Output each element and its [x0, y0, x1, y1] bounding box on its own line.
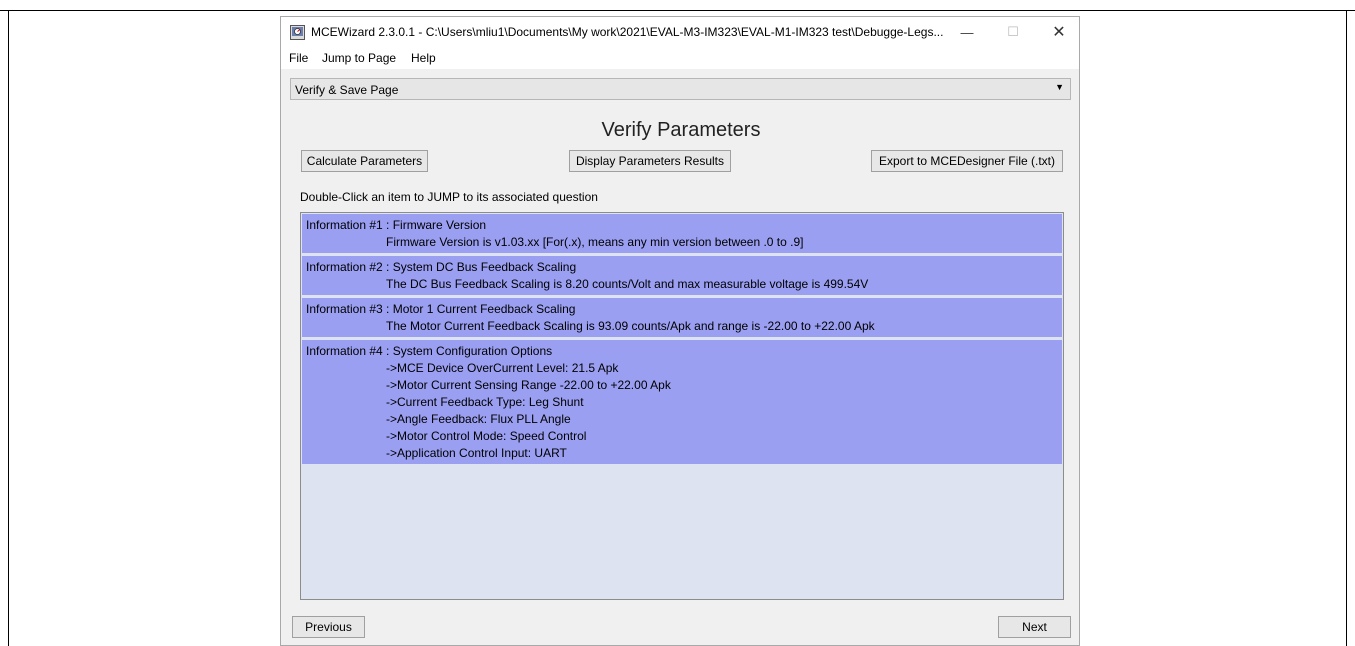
display-parameters-results-button[interactable]: Display Parameters Results — [569, 150, 731, 172]
list-item-detail: ->Motor Current Sensing Range -22.00 to … — [386, 378, 671, 392]
document-border-top — [0, 10, 1355, 11]
mcewizard-app-icon — [290, 25, 305, 40]
list-item-detail: ->Motor Control Mode: Speed Control — [386, 429, 587, 443]
document-border-right — [1346, 10, 1347, 646]
list-item-detail: ->Application Control Input: UART — [386, 446, 567, 460]
chevron-down-icon: ▼ — [1055, 82, 1064, 92]
list-item-detail: ->Current Feedback Type: Leg Shunt — [386, 395, 584, 409]
title-bar: MCEWizard 2.3.0.1 - C:\Users\mliu1\Docum… — [281, 17, 1079, 47]
list-item[interactable]: Information #2 : System DC Bus Feedback … — [302, 256, 1062, 297]
previous-button[interactable]: Previous — [292, 616, 365, 638]
parameters-list[interactable]: Information #1 : Firmware Version Firmwa… — [300, 212, 1064, 600]
list-item-detail: The DC Bus Feedback Scaling is 8.20 coun… — [386, 277, 869, 291]
maximize-button[interactable]: ☐ — [990, 17, 1036, 47]
list-item-detail: ->Angle Feedback: Flux PLL Angle — [386, 412, 571, 426]
list-item-title: Information #4 : System Configuration Op… — [306, 344, 553, 358]
list-item-title: Information #2 : System DC Bus Feedback … — [306, 260, 577, 274]
list-item[interactable]: Information #3 : Motor 1 Current Feedbac… — [302, 298, 1062, 339]
list-item-title: Information #1 : Firmware Version — [306, 218, 487, 232]
mcewizard-window: MCEWizard 2.3.0.1 - C:\Users\mliu1\Docum… — [280, 16, 1080, 646]
list-item-detail: The Motor Current Feedback Scaling is 93… — [386, 319, 875, 333]
list-item[interactable]: Information #4 : System Configuration Op… — [302, 340, 1062, 466]
calculate-parameters-button[interactable]: Calculate Parameters — [301, 150, 428, 172]
instruction-text: Double-Click an item to JUMP to its asso… — [300, 190, 598, 204]
list-item[interactable]: Information #1 : Firmware Version Firmwa… — [302, 214, 1062, 255]
page-select-value: Verify & Save Page — [295, 83, 399, 97]
menu-help[interactable]: Help — [411, 51, 436, 65]
next-button[interactable]: Next — [998, 616, 1071, 638]
minimize-button[interactable]: — — [944, 17, 990, 47]
page-title: Verify Parameters — [601, 119, 761, 141]
export-mcedesigner-button[interactable]: Export to MCEDesigner File (.txt) — [871, 150, 1063, 172]
menu-jump-to-page[interactable]: Jump to Page — [322, 51, 396, 65]
page-select-dropdown[interactable]: Verify & Save Page ▼ — [290, 78, 1071, 100]
list-item-title: Information #3 : Motor 1 Current Feedbac… — [306, 302, 576, 316]
menu-file[interactable]: File — [289, 51, 308, 65]
menu-bar: File Jump to Page Help — [281, 47, 1079, 69]
list-item-detail: Firmware Version is v1.03.xx [For(.x), m… — [386, 235, 804, 249]
document-border-left — [8, 10, 9, 646]
window-title: MCEWizard 2.3.0.1 - C:\Users\mliu1\Docum… — [311, 25, 944, 39]
close-button[interactable]: ✕ — [1036, 17, 1082, 47]
list-item-detail: ->MCE Device OverCurrent Level: 21.5 Apk — [386, 361, 619, 375]
